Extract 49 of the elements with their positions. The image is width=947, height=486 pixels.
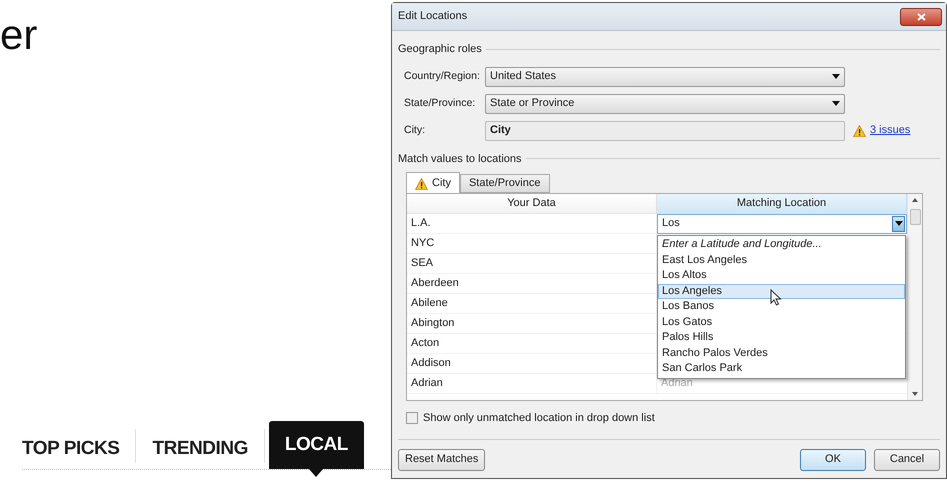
section-legend: Match values to locations [398,150,522,167]
dropdown-button[interactable] [892,216,905,232]
close-icon [916,12,926,20]
issues-link[interactable]: 3 issues [870,122,910,139]
scrollbar[interactable] [907,194,922,400]
column-header[interactable]: Matching Location [657,194,907,213]
dropdown-option[interactable]: Los Banos [658,299,905,314]
ok-button[interactable]: OK [800,448,866,470]
page-heading: er [0,14,38,56]
caret-icon [894,221,902,226]
dropdown-option[interactable]: Palos Hills [658,330,905,346]
dropdown-option[interactable]: Los Gatos [658,314,905,330]
tab[interactable]: City [406,172,460,194]
caret-icon [832,101,840,106]
combo-field[interactable]: Los [657,214,907,234]
caret-icon [832,74,840,79]
nav-tab[interactable]: TRENDING [152,429,248,469]
dropdown-option[interactable]: Los Angeles [658,284,905,299]
field-label: Country/Region: [404,70,480,82]
close-button[interactable] [900,8,942,26]
reset-button[interactable]: Reset Matches [398,448,486,470]
window-title: Edit Locations [398,9,468,24]
dropdown-option[interactable]: Enter a Latitude and Longitude... [658,237,905,252]
scroll-up-icon [912,198,918,202]
section-legend: Geographic roles [398,41,482,58]
table-cell-text: Adrian [660,376,694,392]
warning-icon [853,124,866,136]
dropdown-option[interactable]: San Carlos Park [658,361,905,376]
dropdown-field[interactable]: State or Province [485,94,845,114]
tab-pointer [309,469,324,477]
field-label: City: [404,124,425,136]
field-label: State/Province: [404,97,476,110]
mouse-cursor-icon [770,289,782,306]
dropdown-field[interactable]: United States [485,66,845,86]
text-field[interactable]: City [485,120,845,140]
nav-tab[interactable]: LOCAL [268,421,364,469]
table-cell: L.A. [407,214,657,233]
tab[interactable]: State/Province [460,174,550,193]
column-header[interactable]: Your Data [407,194,657,213]
dropdown-option[interactable]: Los Altos [658,268,905,284]
nav-tab[interactable]: TOP PICKS [22,429,120,469]
checkbox-label: Show only unmatched location in drop down list [423,411,655,426]
warning-icon [415,178,428,190]
checkbox[interactable] [406,412,418,424]
cancel-button[interactable]: Cancel [874,448,940,470]
dropdown-option[interactable]: Rancho Palos Verdes [658,346,905,361]
dropdown-option[interactable]: East Los Angeles [658,252,905,268]
scroll-thumb[interactable] [910,209,920,225]
scroll-down-icon [912,392,918,396]
